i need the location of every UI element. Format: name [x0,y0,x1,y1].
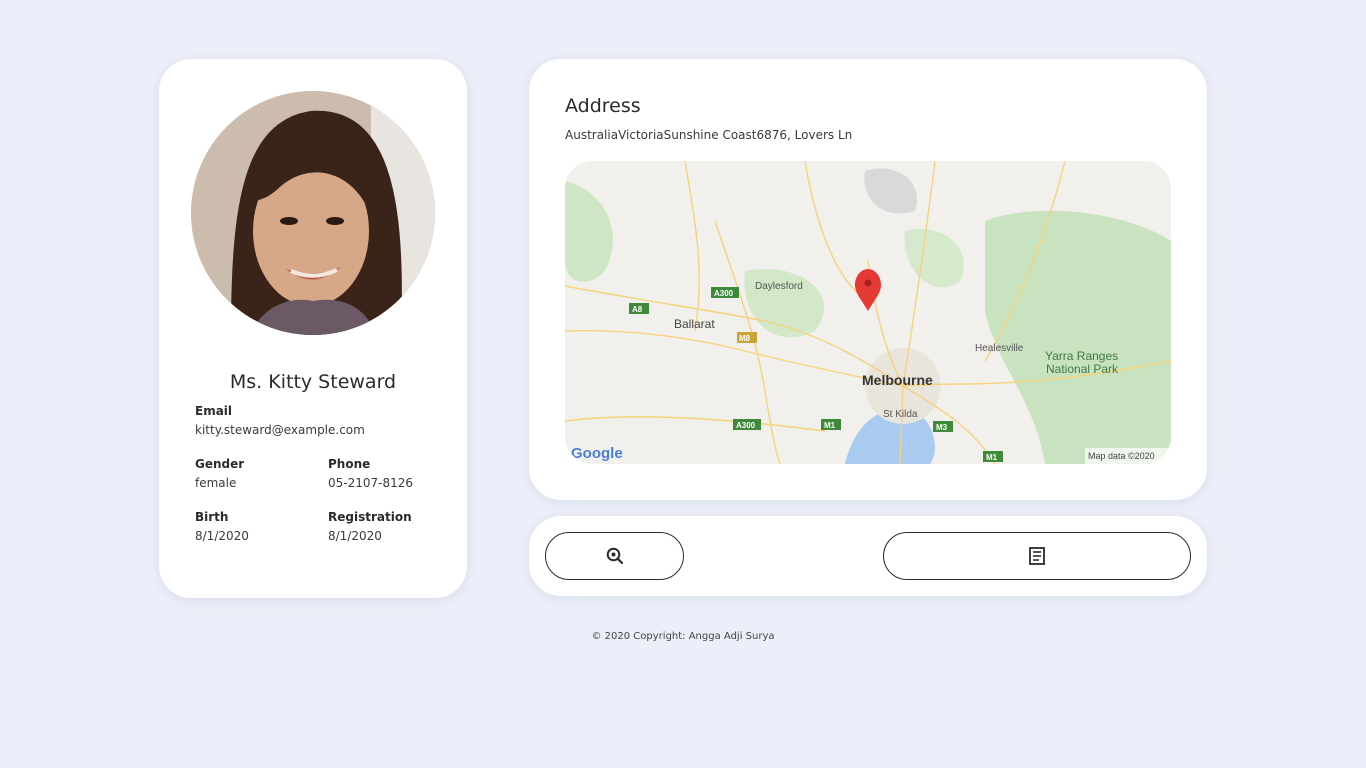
place-yarra-ranges: Yarra Ranges [1045,349,1118,363]
email-label: Email [195,404,233,418]
road-m1-left: M1 [824,421,836,430]
search-icon [606,547,623,565]
place-national-park: National Park [1046,362,1119,376]
details-button[interactable] [883,532,1191,580]
address-title: Address [565,95,641,117]
footer-copyright: © 2020 Copyright: Angga Adji Surya [591,631,775,642]
place-healesville: Healesville [975,343,1024,354]
road-m8: M8 [739,334,751,343]
phone-value: 05-2107-8126 [328,476,414,490]
place-ballarat: Ballarat [674,317,715,331]
road-m3: M3 [936,423,948,432]
avatar [191,91,435,335]
phone-label: Phone [328,457,371,471]
road-a8: A8 [632,305,643,314]
map[interactable]: Daylesford Ballarat Melbourne St Kilda H… [565,161,1171,464]
actions-card [529,516,1207,596]
avatar-photo [191,91,435,335]
road-a300-top: A300 [714,289,734,298]
birth-value: 8/1/2020 [195,529,249,543]
registration-value: 8/1/2020 [328,529,382,543]
address-card: Address AustraliaVictoriaSunshine Coast6… [529,59,1207,500]
email-value: kitty.steward@example.com [195,423,365,437]
road-a300-bottom: A300 [736,421,756,430]
gender-label: Gender [195,457,245,471]
birth-label: Birth [195,510,229,524]
road-m1-bottom: M1 [986,453,998,462]
place-st-kilda: St Kilda [883,409,918,420]
address-text: AustraliaVictoriaSunshine Coast6876, Lov… [565,128,853,142]
place-melbourne: Melbourne [862,372,933,388]
profile-card: Ms. Kitty Steward Email kitty.steward@ex… [159,59,467,598]
document-icon [1029,547,1045,565]
search-button[interactable] [545,532,684,580]
profile-name: Ms. Kitty Steward [229,371,397,393]
google-logo: Google [571,445,623,462]
registration-label: Registration [328,510,412,524]
place-daylesford: Daylesford [755,281,803,292]
map-attribution[interactable]: Map data ©2020 [1088,451,1155,461]
gender-value: female [195,476,237,490]
